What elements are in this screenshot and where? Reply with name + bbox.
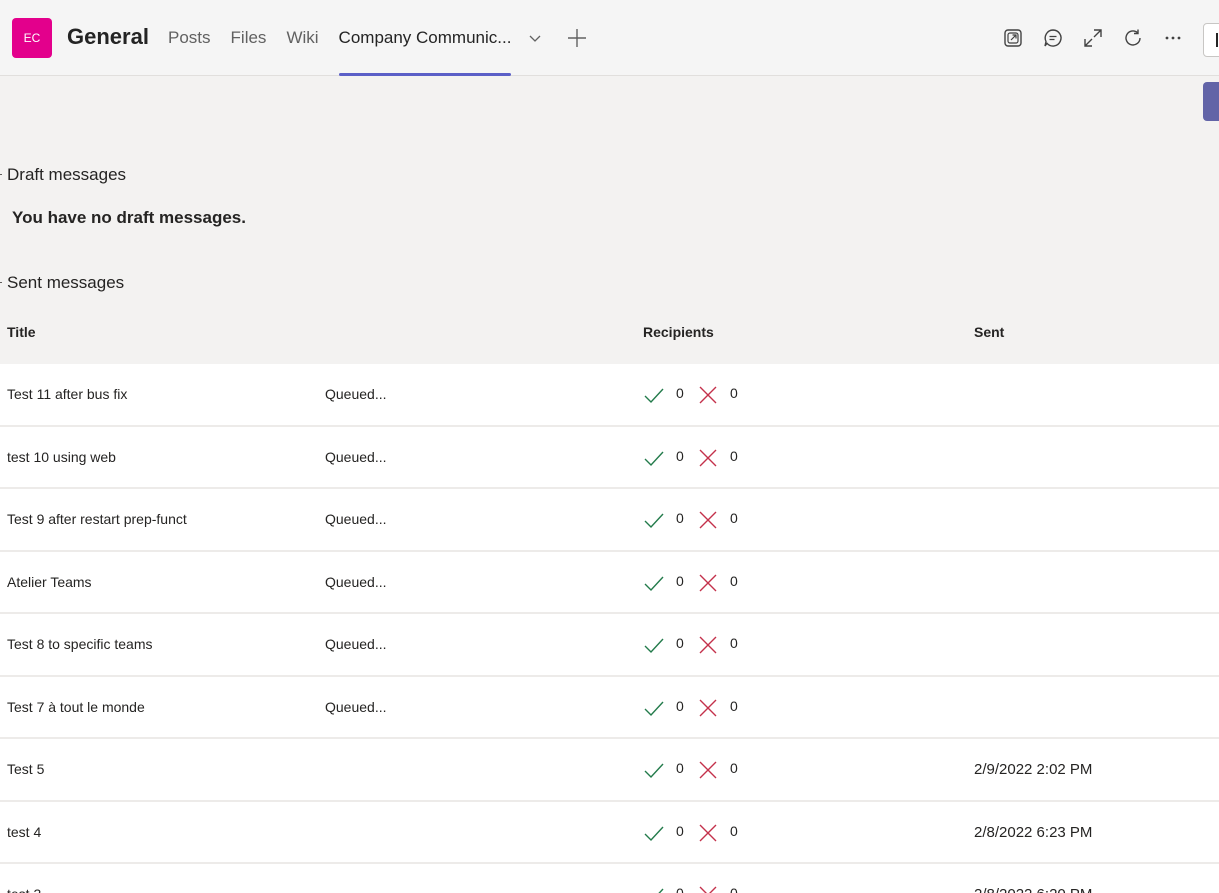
checkmark-icon — [644, 576, 664, 591]
success-count: 0 — [676, 885, 684, 893]
pop-out-icon[interactable] — [1002, 27, 1024, 49]
column-header-title: Title — [7, 324, 36, 340]
success-count: 0 — [676, 822, 684, 839]
chevron-down-icon[interactable] — [527, 30, 543, 46]
add-tab-icon[interactable] — [566, 27, 588, 49]
new-message-button[interactable] — [1203, 82, 1219, 121]
cross-icon — [699, 699, 717, 716]
table-row[interactable]: Atelier Teams Queued... 0 0 — [0, 551, 1219, 614]
success-count: 0 — [676, 385, 684, 401]
refresh-icon[interactable] — [1122, 27, 1144, 49]
tab-files[interactable]: Files — [231, 0, 267, 76]
tab-posts[interactable]: Posts — [168, 0, 211, 76]
message-status: Queued... — [325, 386, 387, 402]
no-drafts-text: You have no draft messages. — [12, 208, 246, 227]
failure-count: 0 — [730, 885, 738, 893]
table-row[interactable]: Test 11 after bus fix Queued... 0 0 — [0, 364, 1219, 427]
message-title: test 4 — [7, 823, 42, 840]
message-title: test 10 using web — [7, 448, 116, 465]
message-status: Queued... — [325, 698, 387, 715]
tab-bar: Posts Files Wiki Company Communic... — [168, 0, 511, 76]
team-avatar[interactable]: EC — [12, 18, 52, 58]
failure-count: 0 — [730, 697, 738, 714]
cross-icon — [699, 449, 717, 466]
failure-count: 0 — [730, 572, 738, 589]
more-options-icon[interactable] — [1162, 27, 1184, 49]
message-title: Test 9 after restart prep-funct — [7, 511, 187, 527]
message-status: Queued... — [325, 636, 387, 652]
tab-wiki[interactable]: Wiki — [286, 0, 318, 76]
checkmark-icon — [644, 451, 664, 466]
tab-company-communicator[interactable]: Company Communic... — [338, 0, 511, 76]
channel-title: General — [67, 24, 149, 49]
cross-icon — [699, 511, 717, 529]
success-count: 0 — [676, 635, 684, 651]
channel-header: EC General Posts Files Wiki Company Comm… — [0, 0, 1219, 76]
sent-date: 2/8/2022 6:23 PM — [974, 823, 1093, 841]
checkmark-icon — [644, 513, 664, 529]
checkmark-icon — [644, 763, 664, 779]
failure-count: 0 — [730, 635, 738, 651]
message-title: Test 5 — [7, 761, 45, 777]
table-row[interactable]: test 10 using web Queued... 0 0 — [0, 426, 1219, 489]
sent-date: 2/8/2022 6:20 PM — [974, 886, 1092, 893]
draft-messages-toggle[interactable]: Draft messages — [0, 165, 126, 185]
checkmark-icon — [644, 638, 664, 654]
expand-icon[interactable] — [1082, 27, 1104, 49]
message-title: Test 11 after bus fix — [7, 386, 128, 402]
table-row[interactable]: Test 7 à tout le monde Queued... 0 0 — [0, 676, 1219, 739]
table-row[interactable]: Test 9 after restart prep-funct Queued...… — [0, 489, 1219, 552]
conversation-icon[interactable] — [1042, 27, 1064, 49]
sent-date: 2/9/2022 2:02 PM — [974, 761, 1093, 778]
message-status: Queued... — [325, 573, 387, 590]
success-count: 0 — [676, 447, 684, 464]
sent-messages-toggle[interactable]: Sent messages — [0, 273, 124, 293]
message-title: Test 7 à tout le monde — [7, 698, 145, 715]
message-status: Queued... — [325, 448, 387, 465]
message-title: Test 8 to specific teams — [7, 636, 153, 652]
column-header-sent: Sent — [974, 324, 1005, 340]
cross-icon — [699, 886, 717, 893]
column-header-recipients: Recipients — [643, 324, 714, 340]
failure-count: 0 — [730, 822, 738, 839]
table-row[interactable]: test 4 0 0 2/8/2022 6:23 PM — [0, 801, 1219, 864]
checkmark-icon — [658, 888, 664, 893]
table-row[interactable]: test 3 0 0 2/8/2022 6:20 PM — [0, 864, 1219, 893]
failure-count: 0 — [730, 385, 738, 401]
checkmark-icon — [644, 701, 664, 716]
failure-count: 0 — [730, 447, 738, 464]
checkmark-icon — [644, 826, 664, 841]
cross-icon — [699, 636, 717, 654]
cross-icon — [699, 761, 717, 779]
failure-count: 0 — [730, 760, 738, 776]
message-title: Atelier Teams — [7, 573, 92, 590]
success-count: 0 — [676, 760, 684, 776]
table-row[interactable]: Test 5 0 0 2/9/2022 2:02 PM — [0, 739, 1219, 802]
sent-messages-table: Test 11 after bus fix Queued... 0 0 test 10 … — [0, 364, 1219, 893]
cross-icon — [699, 386, 717, 404]
success-count: 0 — [676, 572, 684, 589]
meet-button[interactable] — [1203, 23, 1219, 57]
cross-icon — [699, 574, 717, 591]
failure-count: 0 — [730, 510, 738, 526]
checkmark-icon — [644, 388, 664, 404]
message-title: test 3 — [7, 886, 41, 893]
message-status: Queued... — [325, 511, 387, 527]
cross-icon — [699, 824, 717, 841]
success-count: 0 — [676, 510, 684, 526]
success-count: 0 — [676, 697, 684, 714]
table-row[interactable]: Test 8 to specific teams Queued... 0 0 — [0, 614, 1219, 677]
